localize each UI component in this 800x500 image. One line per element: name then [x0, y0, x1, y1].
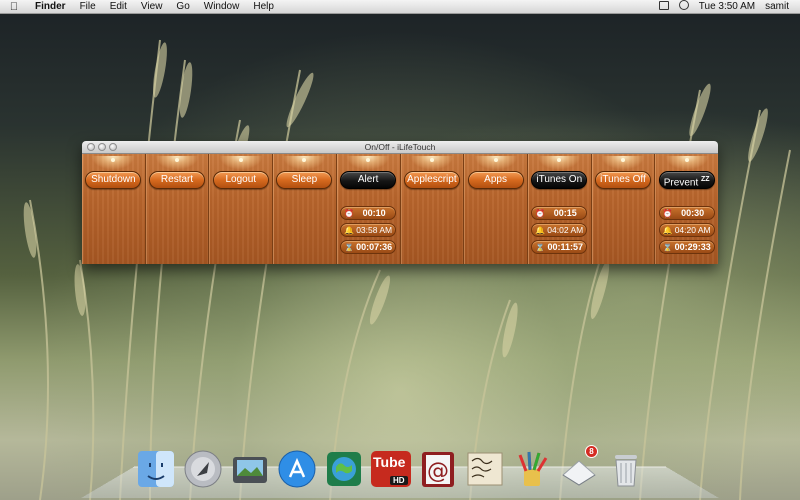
lamp-icon: [282, 156, 327, 170]
menu-extras: Tue 3:50 AM samit: [654, 0, 800, 13]
menu-window[interactable]: Window: [197, 1, 247, 12]
trash-icon[interactable]: [604, 447, 647, 490]
menubar-clock[interactable]: Tue 3:50 AM: [694, 1, 760, 12]
bell-icon: 🔔: [344, 225, 355, 235]
bell-icon: 🔔: [535, 225, 546, 235]
column-alert: Alert ⏰ 00:10 🔔 03:58 AM ⌛ 00:07:36: [337, 154, 401, 264]
menu-file[interactable]: File: [73, 1, 103, 12]
prevent-label: Prevent: [663, 177, 699, 189]
window-titlebar[interactable]: On/Off - iLifeTouch: [82, 141, 718, 154]
apple-menu-icon[interactable]: : [0, 1, 28, 13]
image-capture-icon[interactable]: [228, 447, 271, 490]
zoom-button[interactable]: [109, 143, 117, 151]
sleep-button[interactable]: Sleep: [276, 171, 333, 189]
lamp-icon: [664, 156, 709, 170]
alarm-clock-icon: ⏰: [344, 208, 355, 218]
signature-document-icon[interactable]: [463, 447, 506, 490]
lamp-icon: [218, 156, 263, 170]
menu-help[interactable]: Help: [246, 1, 281, 12]
menu-bar:  Finder File Edit View Go Window Help T…: [0, 0, 800, 14]
menu-view[interactable]: View: [134, 1, 170, 12]
column-restart: Restart: [146, 154, 210, 264]
notification-badge: 8: [585, 445, 598, 458]
hd-label: HD: [393, 476, 405, 485]
itunes-on-time-value: 04:02 AM: [547, 225, 584, 235]
hourglass-icon: ⌛: [344, 242, 355, 252]
itunes-on-time-field: 🔔 04:02 AM: [531, 223, 588, 237]
lamp-icon: [409, 156, 454, 170]
tube-label: Tube: [373, 454, 406, 470]
applescript-button[interactable]: Applescript: [403, 171, 460, 189]
lamp-icon: [600, 156, 645, 170]
itunes-on-countdown-field: ⌛ 00:11:57: [531, 240, 588, 254]
column-sleep: Sleep: [273, 154, 337, 264]
alarm-clock-icon: ⏰: [662, 208, 673, 218]
itunes-on-timer-value: 00:15: [553, 208, 577, 218]
app-store-icon[interactable]: [275, 447, 318, 490]
alarm-clock-icon: ⏰: [535, 208, 546, 218]
itunes-on-timer-field[interactable]: ⏰ 00:15: [531, 206, 588, 220]
restart-button[interactable]: Restart: [149, 171, 206, 189]
svg-text:@: @: [427, 459, 449, 484]
finder-icon[interactable]: [134, 447, 177, 490]
lamp-icon: [346, 156, 391, 170]
apps-button[interactable]: Apps: [467, 171, 524, 189]
prevent-sleep-button[interactable]: Prevent ZZ: [658, 171, 715, 189]
alert-time-field: 🔔 03:58 AM: [340, 223, 397, 237]
prevent-time-value: 04:20 AM: [674, 225, 711, 235]
menu-go[interactable]: Go: [169, 1, 196, 12]
hourglass-icon: ⌛: [535, 242, 546, 252]
itunes-on-countdown-value: 00:11:57: [547, 242, 584, 252]
column-applescript: Applescript: [401, 154, 465, 264]
alert-time-value: 03:58 AM: [356, 225, 393, 235]
lamp-icon: [537, 156, 582, 170]
itunes-on-button[interactable]: iTunes On: [531, 171, 588, 189]
sleep-zz-icon: ZZ: [701, 176, 710, 183]
lamp-icon: [91, 156, 136, 170]
lamp-icon: [155, 156, 200, 170]
alert-button[interactable]: Alert: [340, 171, 397, 189]
prevent-time-field: 🔔 04:20 AM: [658, 223, 715, 237]
column-apps: Apps: [464, 154, 528, 264]
prevent-countdown-value: 00:29:33: [674, 242, 711, 252]
window-controls: [87, 143, 117, 151]
ilifetouch-window: On/Off - iLifeTouch Shutdown Restart Log…: [82, 141, 718, 264]
dock: Tube HD @ 8: [134, 440, 670, 490]
world-map-icon[interactable]: [322, 447, 365, 490]
action-panel: Shutdown Restart Logout Sleep Alert ⏰ 00…: [82, 154, 718, 264]
column-logout: Logout: [209, 154, 274, 264]
lamp-icon: [473, 156, 518, 170]
app-menu-finder[interactable]: Finder: [28, 1, 73, 12]
itunes-off-button[interactable]: iTunes Off: [594, 171, 651, 189]
alert-countdown-field: ⌛ 00:07:36: [340, 240, 397, 254]
window-title: On/Off - iLifeTouch: [364, 142, 436, 152]
logout-button[interactable]: Logout: [212, 171, 269, 189]
time-machine-icon[interactable]: [674, 0, 694, 13]
display-status-icon[interactable]: [654, 0, 674, 13]
close-button[interactable]: [87, 143, 95, 151]
alert-countdown-value: 00:07:36: [356, 242, 393, 252]
prevent-timer-field[interactable]: ⏰ 00:30: [658, 206, 715, 220]
minimize-button[interactable]: [98, 143, 106, 151]
prevent-timer-value: 00:30: [681, 208, 705, 218]
notes-icon[interactable]: 8: [557, 445, 600, 490]
menu-edit[interactable]: Edit: [103, 1, 134, 12]
bell-icon: 🔔: [662, 225, 673, 235]
column-itunes-off: iTunes Off: [592, 154, 656, 264]
alert-timer-field[interactable]: ⏰ 00:10: [340, 206, 397, 220]
paint-brushes-icon[interactable]: [510, 447, 553, 490]
shutdown-button[interactable]: Shutdown: [85, 171, 142, 189]
mail-at-icon[interactable]: @: [416, 447, 459, 490]
column-prevent: Prevent ZZ ⏰ 00:30 🔔 04:20 AM ⌛ 00:29:33: [655, 154, 718, 264]
alert-timer-value: 00:10: [362, 208, 386, 218]
menubar-user[interactable]: samit: [760, 1, 794, 12]
prevent-countdown-field: ⌛ 00:29:33: [658, 240, 715, 254]
tube-hd-icon[interactable]: Tube HD: [369, 447, 412, 490]
hourglass-icon: ⌛: [662, 242, 673, 252]
launchpad-icon[interactable]: [181, 447, 224, 490]
column-shutdown: Shutdown: [82, 154, 146, 264]
column-itunes-on: iTunes On ⏰ 00:15 🔔 04:02 AM ⌛ 00:11:57: [528, 154, 592, 264]
